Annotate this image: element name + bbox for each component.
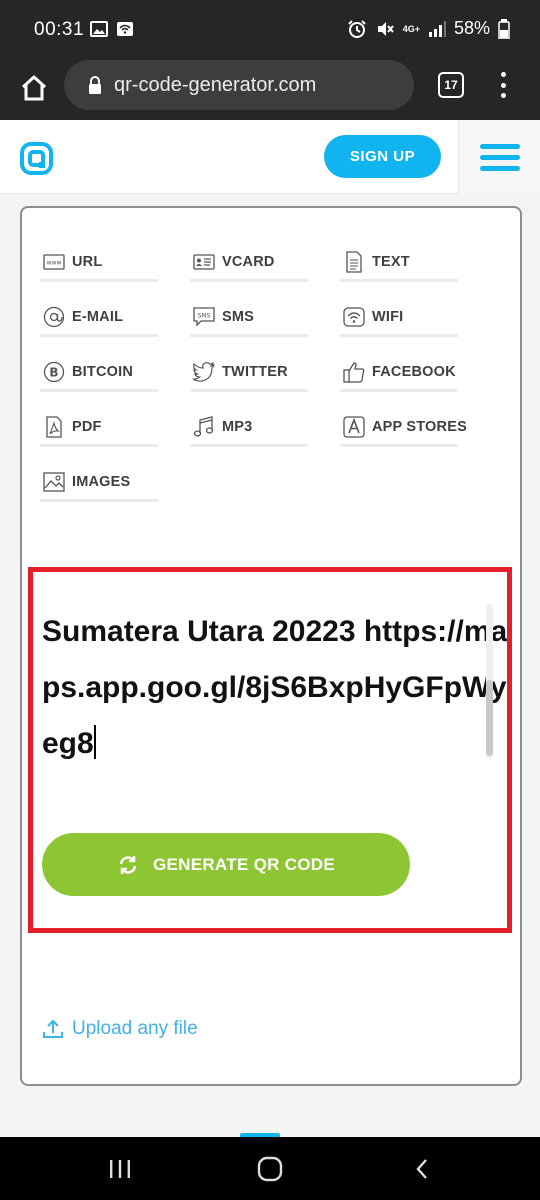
qr-type-twitter[interactable]: TWITTER: [190, 356, 340, 411]
image-icon: [42, 470, 66, 494]
home-circle-icon: [257, 1156, 283, 1182]
lock-icon: [88, 76, 102, 94]
qr-type-label: TWITTER: [222, 364, 288, 380]
qr-type-label: IMAGES: [72, 474, 131, 490]
app-store-icon: [342, 415, 366, 439]
address-bar[interactable]: qr-code-generator.com: [64, 60, 414, 110]
generate-button-label: GENERATE QR CODE: [152, 854, 336, 874]
qr-type-label: TEXT: [372, 254, 410, 270]
qr-type-underline: [40, 499, 158, 502]
system-navigation-bar: [0, 1137, 540, 1200]
text-cursor: [93, 725, 96, 759]
tab-switcher-button[interactable]: 17: [438, 72, 464, 98]
document-icon: [342, 250, 366, 274]
qr-type-facebook[interactable]: FACEBOOK: [340, 356, 490, 411]
recent-apps-button[interactable]: [90, 1151, 150, 1187]
svg-text:B: B: [49, 366, 58, 380]
qr-type-underline: [340, 444, 458, 447]
pdf-icon: [42, 415, 66, 439]
back-chevron-icon: [416, 1159, 427, 1179]
qr-type-label: URL: [72, 254, 103, 270]
home-icon: [21, 75, 47, 101]
wifi-icon: [342, 305, 366, 329]
qr-type-underline: [190, 444, 308, 447]
upload-link-label: Upload any file: [72, 1018, 198, 1039]
bitcoin-icon: B: [42, 360, 66, 384]
qr-type-underline: [40, 444, 158, 447]
qr-type-vcard[interactable]: VCARD: [190, 246, 340, 301]
hamburger-menu-button[interactable]: [458, 120, 540, 194]
qr-type-label: PDF: [72, 419, 102, 435]
browser-toolbar: qr-code-generator.com 17: [0, 60, 540, 120]
qr-type-label: E-MAIL: [72, 309, 124, 325]
site-logo[interactable]: [20, 142, 53, 175]
home-nav-button[interactable]: [240, 1151, 300, 1187]
qr-type-mp3[interactable]: MP3: [190, 411, 340, 466]
battery-icon: [498, 18, 510, 39]
wifi-notification-icon: [117, 22, 133, 36]
qr-type-label: FACEBOOK: [372, 364, 456, 380]
qr-type-underline: [340, 279, 458, 282]
signal-icon: [428, 20, 446, 37]
qr-type-underline: [40, 334, 158, 337]
qr-type-label: SMS: [222, 309, 255, 325]
qr-type-bitcoin[interactable]: B BITCOIN: [40, 356, 190, 411]
text-scrollbar[interactable]: [486, 604, 493, 759]
svg-text:www: www: [47, 260, 62, 267]
qr-type-underline: [40, 279, 158, 282]
status-time: 00:31: [34, 19, 85, 40]
home-button[interactable]: [16, 70, 52, 106]
qr-generator-card: www URL VCARD TEXT E-MAIL SMS SMS WIFI B BITCOIN T…: [20, 206, 522, 1086]
qr-type-label: VCARD: [222, 254, 275, 270]
qr-type-url[interactable]: www URL: [40, 246, 190, 301]
qr-text-value: Sumatera Utara 20223 https://maps.app.go…: [42, 615, 508, 760]
svg-text:SMS: SMS: [198, 313, 211, 320]
refresh-icon: [119, 855, 137, 874]
thumbs-up-icon: [342, 360, 366, 384]
qr-type-images[interactable]: IMAGES: [40, 466, 190, 521]
sign-up-button[interactable]: SIGN UP: [324, 135, 441, 178]
qr-type-text[interactable]: TEXT: [340, 246, 490, 301]
qr-type-underline: [340, 389, 458, 392]
mute-icon: [377, 21, 394, 36]
www-icon: www: [42, 250, 66, 274]
qr-type-label: MP3: [222, 419, 253, 435]
gallery-notification-icon: [90, 21, 108, 37]
sms-icon: SMS: [192, 305, 216, 329]
at-icon: [42, 305, 66, 329]
music-note-icon: [192, 415, 216, 439]
url-text: qr-code-generator.com: [114, 73, 317, 96]
qr-type-label: BITCOIN: [72, 364, 134, 380]
upload-file-link[interactable]: Upload any file: [42, 1018, 198, 1040]
qr-type-underline: [40, 389, 158, 392]
twitter-icon: [192, 360, 216, 384]
battery-percent: 58%: [453, 18, 490, 38]
scrollbar-thumb[interactable]: [486, 680, 493, 756]
site-header: SIGN UP: [0, 120, 540, 194]
upload-icon: [43, 1019, 63, 1038]
qr-type-app-stores[interactable]: APP STORES: [340, 411, 490, 466]
qr-type-underline: [190, 334, 308, 337]
qr-type-label: WIFI: [372, 309, 404, 325]
back-button[interactable]: [392, 1151, 452, 1187]
hamburger-icon: [479, 143, 520, 149]
qr-type-wifi[interactable]: WIFI: [340, 301, 490, 356]
qr-type-label: APP STORES: [372, 419, 467, 435]
qr-type-underline: [190, 279, 308, 282]
qr-type-e-mail[interactable]: E-MAIL: [40, 301, 190, 356]
generate-qr-code-button[interactable]: GENERATE QR CODE: [42, 833, 410, 896]
qr-type-underline: [340, 334, 458, 337]
qr-type-underline: [190, 389, 308, 392]
qr-type-sms[interactable]: SMS SMS: [190, 301, 340, 356]
qr-type-grid: www URL VCARD TEXT E-MAIL SMS SMS WIFI B BITCOIN T…: [40, 246, 500, 521]
alarm-icon: [347, 19, 366, 38]
qr-type-pdf[interactable]: PDF: [40, 411, 190, 466]
vcard-icon: [192, 250, 216, 274]
browser-menu-button[interactable]: [493, 70, 513, 100]
network-type: 4G+: [402, 23, 420, 34]
recent-apps-icon: [110, 1160, 130, 1178]
qr-text-input[interactable]: Sumatera Utara 20223 https://maps.app.go…: [32, 572, 512, 772]
status-bar: 00:31 4G+ 58%: [0, 0, 540, 60]
